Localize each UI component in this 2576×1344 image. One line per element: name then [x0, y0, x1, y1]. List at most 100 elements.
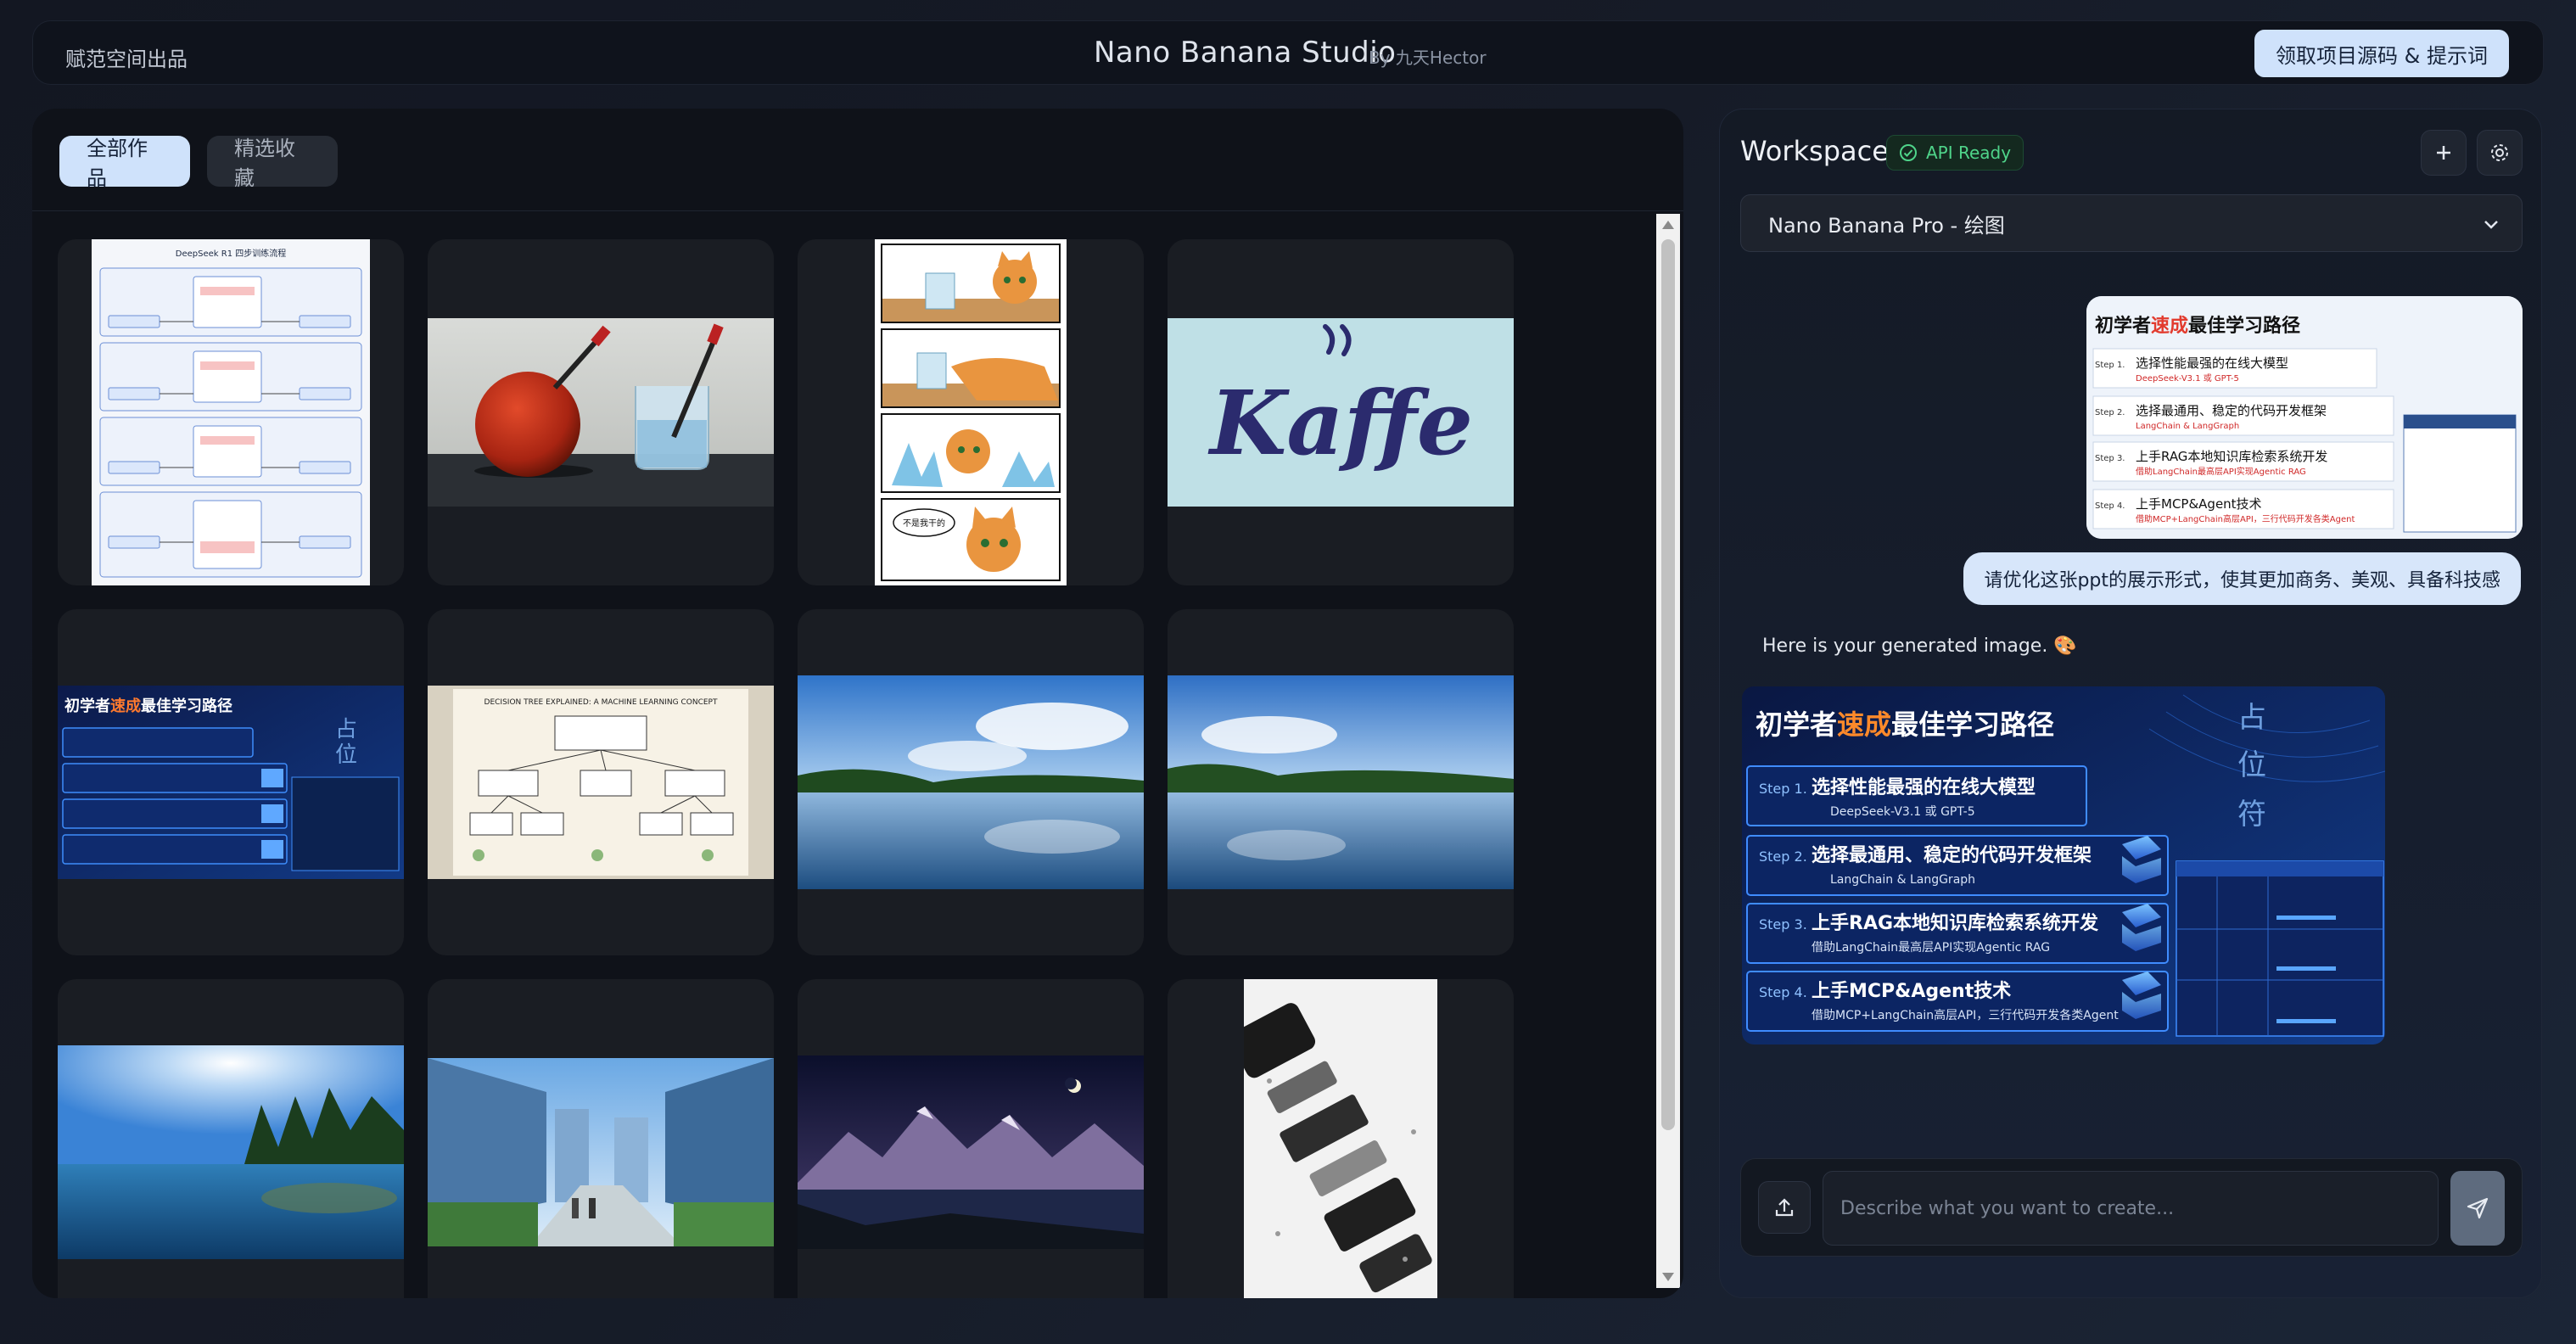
- flowchart-thumbnail: DeepSeek R1 四步训练流程: [92, 239, 370, 585]
- svg-text:上手RAG本地知识库检索系统开发: 上手RAG本地知识库检索系统开发: [2136, 449, 2327, 464]
- tab-all-works[interactable]: 全部作品: [59, 136, 190, 190]
- brand-label: 赋范空间出品: [65, 48, 188, 71]
- svg-text:上手RAG本地知识库检索系统开发: 上手RAG本地知识库检索系统开发: [1812, 912, 2099, 934]
- svg-text:Step 3.: Step 3.: [2095, 454, 2125, 463]
- prompt-input[interactable]: [1823, 1171, 2439, 1246]
- gallery-tabs: 全部作品 精选收藏: [59, 136, 338, 190]
- kaffe-logo-thumbnail: Kaffe: [1168, 318, 1514, 507]
- gallery-item[interactable]: [1168, 609, 1514, 955]
- svg-text:借助MCP+LangChain高层API，三行代码开发各类A: 借助MCP+LangChain高层API，三行代码开发各类Agent: [2136, 513, 2355, 524]
- gear-icon: [2491, 144, 2508, 161]
- svg-text:借助LangChain最高层API实现Agentic RAG: 借助LangChain最高层API实现Agentic RAG: [1812, 940, 2050, 955]
- svg-text:借助MCP+LangChain高层API，三行代码开发各类A: 借助MCP+LangChain高层API，三行代码开发各类Agent: [1812, 1008, 2119, 1022]
- mountain-night-thumbnail: [798, 1056, 1144, 1249]
- svg-text:上手MCP&Agent技术: 上手MCP&Agent技术: [1812, 981, 2011, 1002]
- scroll-down-icon[interactable]: [1662, 1273, 1674, 1281]
- svg-text:上手MCP&Agent技术: 上手MCP&Agent技术: [2136, 496, 2262, 512]
- gallery-grid: DeepSeek R1 四步训练流程 不是我干的 Kaffe 初学者速成最佳学习…: [58, 239, 1514, 1298]
- svg-text:占: 占: [2237, 701, 2266, 735]
- svg-text:LangChain & LangGraph: LangChain & LangGraph: [2136, 422, 2239, 431]
- scroll-thumb[interactable]: [1661, 239, 1675, 1130]
- api-status-badge: API Ready: [1886, 135, 2024, 171]
- phone-exploded-thumbnail: [1244, 979, 1437, 1298]
- svg-text:位: 位: [335, 742, 357, 768]
- gallery-item[interactable]: [428, 979, 774, 1298]
- svg-text:Step 4.: Step 4.: [1759, 984, 1807, 1000]
- gallery-panel: 全部作品 精选收藏 DeepSeek R1 四步训练流程 不是我干的 Kaffe…: [32, 109, 1683, 1298]
- tomato-experiment-thumbnail: [428, 318, 774, 507]
- send-button[interactable]: [2450, 1171, 2505, 1246]
- tab-favorites[interactable]: 精选收藏: [207, 136, 338, 190]
- sunny-lake-thumbnail: [58, 1045, 404, 1259]
- check-circle-icon: [1900, 144, 1917, 161]
- new-chat-button[interactable]: [2421, 130, 2467, 176]
- flowchart-title: DeepSeek R1 四步训练流程: [176, 248, 286, 259]
- svg-text:初学者速成最佳学习路径: 初学者速成最佳学习路径: [1756, 708, 2054, 741]
- decision-tree-title: DECISION TREE EXPLAINED: A MACHINE LEARN…: [484, 698, 718, 707]
- api-status-label: API Ready: [1926, 143, 2012, 163]
- send-icon: [2467, 1197, 2489, 1219]
- divider: [32, 210, 1683, 211]
- svg-text:初学者速成最佳学习路径: 初学者速成最佳学习路径: [2095, 315, 2300, 337]
- svg-text:Step 1.: Step 1.: [2095, 361, 2125, 370]
- placeholder-vertical-text: 占位符: [2237, 701, 2266, 832]
- lake-landscape-thumbnail: [798, 675, 1144, 889]
- svg-text:Step 2.: Step 2.: [1759, 848, 1807, 865]
- gallery-item[interactable]: [1168, 979, 1514, 1298]
- assistant-message: Here is your generated image. 🎨: [1762, 636, 2077, 657]
- upload-button[interactable]: [1758, 1181, 1811, 1234]
- svg-text:DeepSeek-V3.1 或 GPT-5: DeepSeek-V3.1 或 GPT-5: [2136, 373, 2239, 384]
- svg-text:LangChain & LangGraph: LangChain & LangGraph: [1830, 873, 1975, 887]
- svg-text:借助LangChain最高层API实现Agentic RAG: 借助LangChain最高层API实现Agentic RAG: [2136, 466, 2306, 477]
- decision-tree-thumbnail: DECISION TREE EXPLAINED: A MACHINE LEARN…: [428, 686, 774, 879]
- scroll-up-icon[interactable]: [1662, 221, 1674, 229]
- lake-landscape-thumbnail: [1168, 675, 1514, 889]
- svg-text:DeepSeek-V3.1 或 GPT-5: DeepSeek-V3.1 或 GPT-5: [1830, 805, 1975, 819]
- generated-image[interactable]: 初学者速成最佳学习路径 占位符 Step 1. 选择性能最强的在线大模型 Dee…: [1742, 686, 2385, 1044]
- svg-text:选择性能最强的在线大模型: 选择性能最强的在线大模型: [1812, 776, 2036, 798]
- gallery-item[interactable]: DECISION TREE EXPLAINED: A MACHINE LEARN…: [428, 609, 774, 955]
- plus-icon: [2437, 146, 2450, 160]
- upload-icon: [1775, 1198, 1794, 1217]
- learning-path-slide-thumbnail: 初学者速成最佳学习路径 占 位: [58, 686, 404, 879]
- svg-text:初学者速成最佳学习路径: 初学者速成最佳学习路径: [64, 697, 232, 715]
- kaffe-text: Kaffe: [1207, 371, 1473, 475]
- gallery-item[interactable]: 不是我干的: [798, 239, 1144, 585]
- gallery-item[interactable]: Kaffe: [1168, 239, 1514, 585]
- svg-text:Step 4.: Step 4.: [2095, 501, 2125, 511]
- svg-text:Step 1.: Step 1.: [1759, 781, 1807, 797]
- gallery-item[interactable]: [428, 239, 774, 585]
- cat-comic-thumbnail: 不是我干的: [875, 239, 1067, 585]
- gallery-item[interactable]: [58, 979, 404, 1298]
- top-bar: 赋范空间出品 Nano Banana Studio By 九天Hector 领取…: [32, 20, 2544, 85]
- chevron-down-icon: [2484, 221, 2498, 229]
- city-street-thumbnail: [428, 1058, 774, 1246]
- model-select[interactable]: Nano Banana Pro - 绘图: [1740, 194, 2523, 252]
- svg-text:符: 符: [2237, 798, 2266, 832]
- workspace-title: Workspace: [1740, 135, 1889, 167]
- model-select-value: Nano Banana Pro - 绘图: [1768, 213, 2005, 238]
- get-source-button[interactable]: 领取项目源码 & 提示词: [2254, 30, 2509, 77]
- composer: [1740, 1158, 2523, 1257]
- gallery-scrollbar[interactable]: [1656, 214, 1680, 1288]
- gallery-item[interactable]: [798, 609, 1144, 955]
- svg-text:Step 3.: Step 3.: [1759, 916, 1807, 932]
- generated-slide-image: 初学者速成最佳学习路径 占位符 Step 1. 选择性能最强的在线大模型 Dee…: [1742, 686, 2385, 1044]
- svg-text:选择最通用、稳定的代码开发框架: 选择最通用、稳定的代码开发框架: [1812, 844, 2092, 866]
- user-attached-image[interactable]: 初学者速成最佳学习路径 选择性能最强的在线大模型 选择最通用、稳定的代码开发框架…: [2086, 296, 2523, 539]
- svg-text:选择性能最强的在线大模型: 选择性能最强的在线大模型: [2136, 356, 2288, 371]
- gallery-item[interactable]: 初学者速成最佳学习路径 占 位: [58, 609, 404, 955]
- svg-text:Step 2.: Step 2.: [2095, 408, 2125, 417]
- author-label: By 九天Hector: [1369, 48, 1487, 68]
- workspace-panel: Workspace API Ready Nano Banana Pro - 绘图…: [1719, 109, 2542, 1298]
- settings-button[interactable]: [2477, 130, 2523, 176]
- comic-caption: 不是我干的: [903, 518, 945, 529]
- user-message: 请优化这张ppt的展示形式，使其更加商务、美观、具备科技感: [1963, 552, 2521, 605]
- app-title: Nano Banana Studio: [1094, 36, 1397, 70]
- gallery-item[interactable]: [798, 979, 1144, 1298]
- svg-text:位: 位: [2237, 748, 2266, 782]
- gallery-item[interactable]: DeepSeek R1 四步训练流程: [58, 239, 404, 585]
- original-slide-image: 初学者速成最佳学习路径 选择性能最强的在线大模型 选择最通用、稳定的代码开发框架…: [2086, 296, 2523, 539]
- svg-text:选择最通用、稳定的代码开发框架: 选择最通用、稳定的代码开发框架: [2136, 403, 2327, 418]
- svg-text:占: 占: [335, 717, 357, 742]
